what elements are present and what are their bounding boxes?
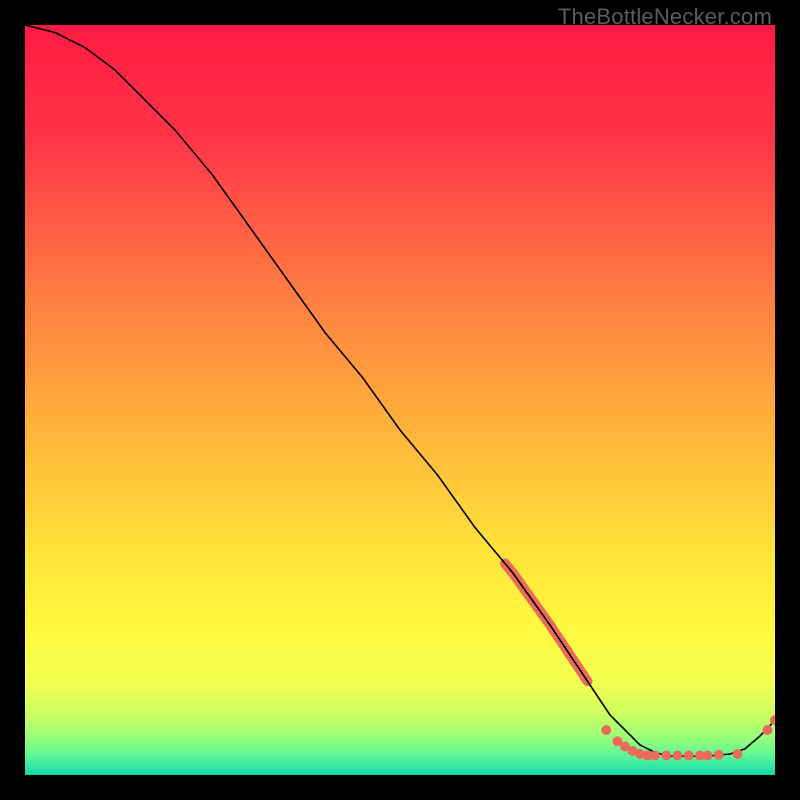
data-point: [733, 749, 743, 759]
data-point: [714, 750, 724, 760]
data-point: [661, 751, 671, 761]
chart-stage: TheBottleNecker.com: [0, 0, 800, 800]
data-point: [763, 725, 773, 735]
bottleneck-chart: [25, 25, 775, 775]
data-point: [673, 751, 683, 761]
data-point: [703, 751, 713, 761]
gradient-background: [25, 25, 775, 775]
data-point: [684, 751, 694, 761]
data-point: [601, 725, 611, 735]
plot-area: [25, 25, 775, 775]
data-point: [650, 751, 660, 761]
watermark-text: TheBottleNecker.com: [558, 4, 772, 30]
